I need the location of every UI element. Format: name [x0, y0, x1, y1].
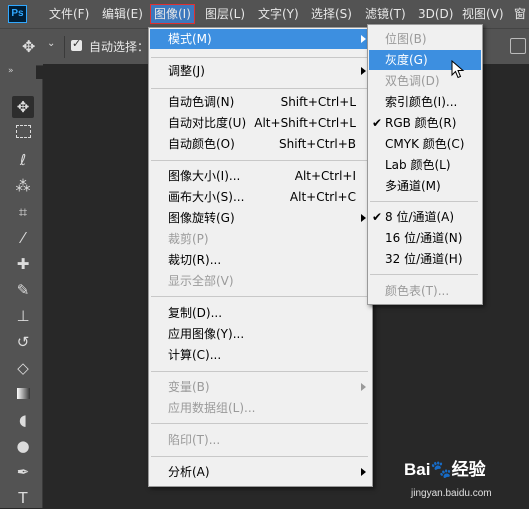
photoshop-logo: Ps	[8, 5, 27, 23]
watermark-brand-bai: Bai	[404, 460, 431, 479]
check-icon: ✔	[372, 210, 383, 224]
submenu-item-duotone: 双色调(D)	[385, 74, 440, 88]
menu-item-mode[interactable]: 模式(M)	[168, 29, 212, 49]
magic-wand-icon[interactable]: ⁂	[12, 175, 34, 197]
submenu-item-color-table: 颜色表(T)...	[385, 284, 450, 298]
baidu-jingyan-watermark: Bai🐾经验 jingyan.baidu.com	[404, 455, 529, 508]
eraser-icon[interactable]: ◇	[12, 357, 34, 379]
shortcut-auto-tone: Shift+Ctrl+L	[280, 95, 356, 109]
pen-tool-icon[interactable]: ✒	[12, 461, 34, 483]
shortcut-image-size: Alt+Ctrl+I	[294, 169, 356, 183]
submenu-item-16bit[interactable]: 16 位/通道(N)	[385, 228, 462, 248]
mouse-cursor-icon	[451, 60, 465, 79]
menu-separator	[370, 274, 478, 275]
chevron-down-icon[interactable]: ⌄	[47, 38, 55, 49]
watermark-brand-jingyan: 经验	[451, 460, 486, 479]
shortcut-auto-color: Shift+Ctrl+B	[279, 137, 356, 151]
healing-brush-icon[interactable]: ✚	[12, 253, 34, 275]
menu-item-trim[interactable]: 裁切(R)...	[168, 250, 221, 270]
eyedropper-icon[interactable]: ⁄	[12, 227, 34, 249]
menu-type[interactable]: 文字(Y)	[258, 5, 299, 23]
watermark-brand: Bai🐾经验	[404, 455, 486, 480]
auto-select-checkbox[interactable]	[71, 37, 82, 51]
submenu-item-bitmap: 位图(B)	[385, 32, 427, 46]
submenu-arrow-icon	[361, 214, 366, 222]
menu-separator	[151, 160, 368, 161]
menu-item-image-rotation[interactable]: 图像旋转(G)	[168, 208, 235, 228]
submenu-arrow-icon	[361, 468, 366, 476]
menu-separator	[151, 88, 368, 89]
submenu-item-8bit[interactable]: 8 位/通道(A)	[385, 207, 454, 227]
menu-layer[interactable]: 图层(L)	[205, 5, 245, 23]
menu-item-image-size[interactable]: 图像大小(I)...	[168, 166, 240, 186]
move-tool-icon[interactable]: ✥	[12, 96, 34, 118]
submenu-item-rgb-color[interactable]: RGB 颜色(R)	[385, 113, 456, 133]
menu-separator	[151, 57, 368, 58]
submenu-arrow-icon	[361, 383, 366, 391]
tools-panel: ✥ ℓ ⁂ ⌗ ⁄ ✚ ✎ ⊥ ↺ ◇ ◖ ● ✒ T	[4, 79, 43, 508]
menu-item-variables: 变量(B)	[168, 380, 210, 394]
menu-item-calculations[interactable]: 计算(C)...	[168, 345, 221, 365]
menu-separator	[151, 296, 368, 297]
menu-separator	[151, 371, 368, 372]
menu-item-adjust[interactable]: 调整(J)	[168, 61, 205, 81]
brush-tool-icon[interactable]: ✎	[12, 279, 34, 301]
menu-item-apply-data-set: 应用数据组(L)...	[168, 401, 256, 415]
menu-separator	[151, 456, 368, 457]
menu-image[interactable]: 图像(I)	[150, 4, 195, 24]
mode-submenu: 位图(B) 灰度(G) 双色调(D) 索引颜色(I)... ✔ RGB 颜色(R…	[367, 24, 483, 305]
check-icon: ✔	[372, 116, 383, 130]
submenu-arrow-icon	[361, 67, 366, 75]
menu-item-auto-color[interactable]: 自动颜色(O)	[168, 134, 235, 154]
menu-window[interactable]: 窗	[514, 5, 526, 23]
history-brush-icon[interactable]: ↺	[12, 331, 34, 353]
menu-item-apply-image[interactable]: 应用图像(Y)...	[168, 324, 244, 344]
shortcut-auto-contrast: Alt+Shift+Ctrl+L	[254, 116, 356, 130]
options-icon[interactable]	[510, 38, 526, 54]
menu-3d[interactable]: 3D(D)	[418, 5, 453, 23]
menu-file[interactable]: 文件(F)	[49, 5, 89, 23]
divider	[64, 36, 65, 58]
menu-view[interactable]: 视图(V)	[462, 5, 504, 23]
submenu-arrow-icon	[361, 35, 366, 43]
submenu-item-32bit[interactable]: 32 位/通道(H)	[385, 249, 463, 269]
watermark-url: jingyan.baidu.com	[411, 488, 492, 499]
move-tool-icon[interactable]: ✥	[22, 37, 35, 56]
menu-item-analysis[interactable]: 分析(A)	[168, 462, 210, 482]
menu-edit[interactable]: 编辑(E)	[102, 5, 143, 23]
menu-select[interactable]: 选择(S)	[311, 5, 352, 23]
image-menu-dropdown: 模式(M) 调整(J) 自动色调(N) Shift+Ctrl+L 自动对比度(U…	[148, 27, 373, 487]
menu-item-auto-contrast[interactable]: 自动对比度(U)	[168, 113, 246, 133]
menu-separator	[370, 201, 478, 202]
lasso-tool-icon[interactable]: ℓ	[12, 149, 34, 171]
menu-item-duplicate[interactable]: 复制(D)...	[168, 303, 222, 323]
menu-item-trap: 陷印(T)...	[168, 433, 221, 447]
menu-item-canvas-size[interactable]: 画布大小(S)...	[168, 187, 244, 207]
menu-item-auto-tone[interactable]: 自动色调(N)	[168, 92, 234, 112]
auto-select-label: 自动选择：	[89, 40, 150, 54]
stamp-tool-icon[interactable]: ⊥	[12, 305, 34, 327]
paw-icon: 🐾	[430, 460, 452, 479]
submenu-item-indexed-color[interactable]: 索引颜色(I)...	[385, 92, 457, 112]
shortcut-canvas-size: Alt+Ctrl+C	[289, 190, 356, 204]
menu-item-crop: 裁剪(P)	[168, 232, 209, 246]
submenu-item-multichannel[interactable]: 多通道(M)	[385, 176, 441, 196]
menu-separator	[151, 423, 368, 424]
menu-filter[interactable]: 滤镜(T)	[365, 5, 406, 23]
blur-tool-icon[interactable]: ◖	[12, 409, 34, 431]
submenu-item-cmyk-color[interactable]: CMYK 颜色(C)	[385, 134, 465, 154]
marquee-tool-icon[interactable]	[12, 122, 34, 144]
submenu-item-lab-color[interactable]: Lab 颜色(L)	[385, 155, 451, 175]
dodge-tool-icon[interactable]: ●	[12, 435, 34, 457]
crop-tool-icon[interactable]: ⌗	[12, 201, 34, 223]
collapse-icon[interactable]: »	[8, 66, 14, 76]
gradient-tool-icon[interactable]	[12, 383, 34, 405]
submenu-item-grayscale[interactable]: 灰度(G)	[385, 50, 428, 70]
menu-item-reveal-all: 显示全部(V)	[168, 274, 234, 288]
type-tool-icon[interactable]: T	[12, 487, 34, 509]
